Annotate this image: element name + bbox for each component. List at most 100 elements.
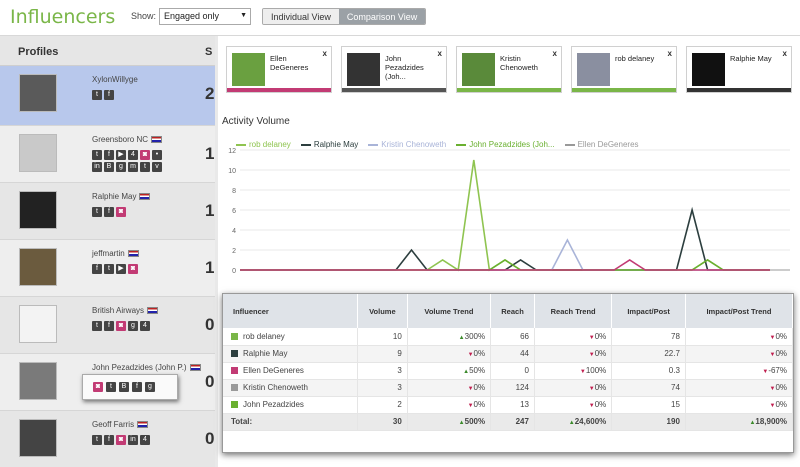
facebook-icon[interactable]: f <box>104 435 114 445</box>
facebook-icon[interactable]: f <box>92 264 102 274</box>
total-impact: 190 <box>611 413 686 431</box>
profile-row[interactable]: Geoff Farris t f ◙ in 4 0 <box>0 411 215 467</box>
profile-row[interactable]: John Pezadzides (John P.) ◙ t Bf g 0 <box>0 354 215 411</box>
volume-cell: 9 <box>357 345 408 363</box>
compare-card[interactable]: Ralphie May x <box>686 46 792 93</box>
trend-cell: ▼0% <box>685 345 794 363</box>
avatar <box>19 74 57 112</box>
myspace-icon[interactable]: m <box>128 162 138 172</box>
blogger-icon[interactable]: B <box>119 382 129 392</box>
avatar <box>692 53 725 86</box>
trend-cell: ▼0% <box>534 379 613 397</box>
trend-cell: ▼0% <box>685 396 794 414</box>
facebook-icon[interactable]: f <box>104 207 114 217</box>
flag-icon <box>127 250 139 258</box>
influencer-cell: Ralphie May <box>223 345 358 363</box>
close-icon[interactable]: x <box>323 49 327 58</box>
series-color-swatch <box>231 350 238 358</box>
profile-row[interactable]: Ralphie May t f ◙ 1 <box>0 183 215 240</box>
volume-cell: 2 <box>357 396 408 414</box>
facebook-icon[interactable]: f <box>104 150 114 160</box>
table-header-row: Influencer Volume Volume Trend Reach Reach T… <box>223 294 794 328</box>
google-icon[interactable]: g <box>145 382 155 392</box>
profile-row[interactable]: XylonWillyge t f 2 <box>0 66 215 126</box>
vimeo-icon[interactable]: v <box>152 162 162 172</box>
show-filter-select[interactable]: Engaged only ▼ <box>159 8 251 25</box>
trend-cell: ▼-67% <box>685 362 794 380</box>
column-header[interactable]: Influencer <box>223 294 358 328</box>
profile-name: Ralphie May <box>92 192 151 201</box>
flag-icon <box>139 193 151 201</box>
foursquare-icon[interactable]: 4 <box>140 321 150 331</box>
table-row[interactable]: Ellen DeGeneres 3 ▲50% 0 ▼100% 0.3 ▼-67% <box>223 362 794 380</box>
twitter-icon[interactable]: t <box>106 382 116 392</box>
twitter-icon[interactable]: t <box>92 90 102 100</box>
google-icon[interactable]: g <box>116 162 126 172</box>
compare-card[interactable]: Kristin Chenoweth x <box>456 46 562 93</box>
instagram-icon[interactable]: ◙ <box>140 150 150 160</box>
twitter-icon[interactable]: t <box>92 150 102 160</box>
compare-card[interactable]: Ellen DeGeneres x <box>226 46 332 93</box>
profile-row[interactable]: British Airways t f ◙ g 4 0 <box>0 297 215 354</box>
trend-cell: ▲500% <box>407 413 492 431</box>
twitter-icon[interactable]: t <box>92 435 102 445</box>
social-icons: t f ▶ 4 ◙ • in Bg m t v <box>92 150 164 172</box>
column-header[interactable]: Volume Trend <box>407 294 492 328</box>
reach-cell: 124 <box>490 379 535 397</box>
table-row[interactable]: rob delaney 10 ▲300% 66 ▼0% 78 ▼0% <box>223 328 794 346</box>
series-line <box>240 259 770 271</box>
series-color-swatch <box>231 384 238 392</box>
blogger-icon[interactable]: B <box>104 162 114 172</box>
instagram-icon[interactable]: ◙ <box>116 207 126 217</box>
close-icon[interactable]: x <box>783 49 787 58</box>
twitter-icon[interactable]: t <box>92 207 102 217</box>
profile-name: John Pezadzides (John P.) <box>92 363 201 372</box>
profile-name: British Airways <box>92 306 159 315</box>
close-icon[interactable]: x <box>553 49 557 58</box>
instagram-icon[interactable]: ◙ <box>128 264 138 274</box>
linkedin-icon[interactable]: in <box>92 162 102 172</box>
facebook-icon[interactable]: f <box>132 382 142 392</box>
individual-view-button[interactable]: Individual View <box>263 9 339 24</box>
influencer-name: Kristin Chenoweth <box>243 383 308 392</box>
column-header[interactable]: Volume <box>357 294 408 328</box>
instagram-icon[interactable]: ◙ <box>93 382 103 392</box>
foursquare-icon[interactable]: 4 <box>128 150 138 160</box>
profile-name: Greensboro NC <box>92 135 163 144</box>
profile-row[interactable]: Greensboro NC t f ▶ 4 ◙ • in Bg m t v 1 <box>0 126 215 183</box>
trend-value: 0% <box>473 400 486 409</box>
twitter-icon[interactable]: t <box>104 264 114 274</box>
column-header[interactable]: Impact/Post Trend <box>685 294 794 328</box>
column-header[interactable]: Impact/Post <box>611 294 686 328</box>
close-icon[interactable]: x <box>668 49 672 58</box>
facebook-icon[interactable]: f <box>104 90 114 100</box>
flickr-icon[interactable]: • <box>152 150 162 160</box>
instagram-icon[interactable]: ◙ <box>116 435 126 445</box>
column-header[interactable]: Reach Trend <box>534 294 613 328</box>
score-column-header: S <box>205 46 213 58</box>
comparison-view-button[interactable]: Comparison View <box>338 9 426 24</box>
table-row[interactable]: John Pezadzides 2 ▼0% 13 ▼0% 15 ▼0% <box>223 396 794 414</box>
impact-cell: 78 <box>611 328 686 346</box>
table-row[interactable]: Ralphie May 9 ▼0% 44 ▼0% 22.7 ▼0% <box>223 345 794 363</box>
compare-card[interactable]: rob delaney x <box>571 46 677 93</box>
close-icon[interactable]: x <box>438 49 442 58</box>
compare-card[interactable]: John Pezadzides (Joh... x <box>341 46 447 93</box>
google-icon[interactable]: g <box>128 321 138 331</box>
tumblr-icon[interactable]: t <box>140 162 150 172</box>
table-row[interactable]: Kristin Chenoweth 3 ▼0% 124 ▼0% 74 ▼0% <box>223 379 794 397</box>
trend-cell: ▼0% <box>407 379 492 397</box>
youtube-icon[interactable]: ▶ <box>116 264 126 274</box>
profiles-title: Profiles <box>18 46 59 58</box>
profile-row[interactable]: jeffmartin f t ▶ ◙ 1 <box>0 240 215 297</box>
youtube-icon[interactable]: ▶ <box>116 150 126 160</box>
twitter-icon[interactable]: t <box>92 321 102 331</box>
total-row: Total: 30 ▲500% 247 ▲24,600% 190 ▲18,900% <box>223 413 794 431</box>
compare-cards: Ellen DeGeneres x John Pezadzides (Joh... x… <box>226 46 792 93</box>
column-header[interactable]: Reach <box>490 294 535 328</box>
facebook-icon[interactable]: f <box>104 321 114 331</box>
instagram-icon[interactable]: ◙ <box>116 321 126 331</box>
linkedin-icon[interactable]: in <box>128 435 138 445</box>
influencer-cell: Ellen DeGeneres <box>223 362 358 380</box>
foursquare-icon[interactable]: 4 <box>140 435 150 445</box>
